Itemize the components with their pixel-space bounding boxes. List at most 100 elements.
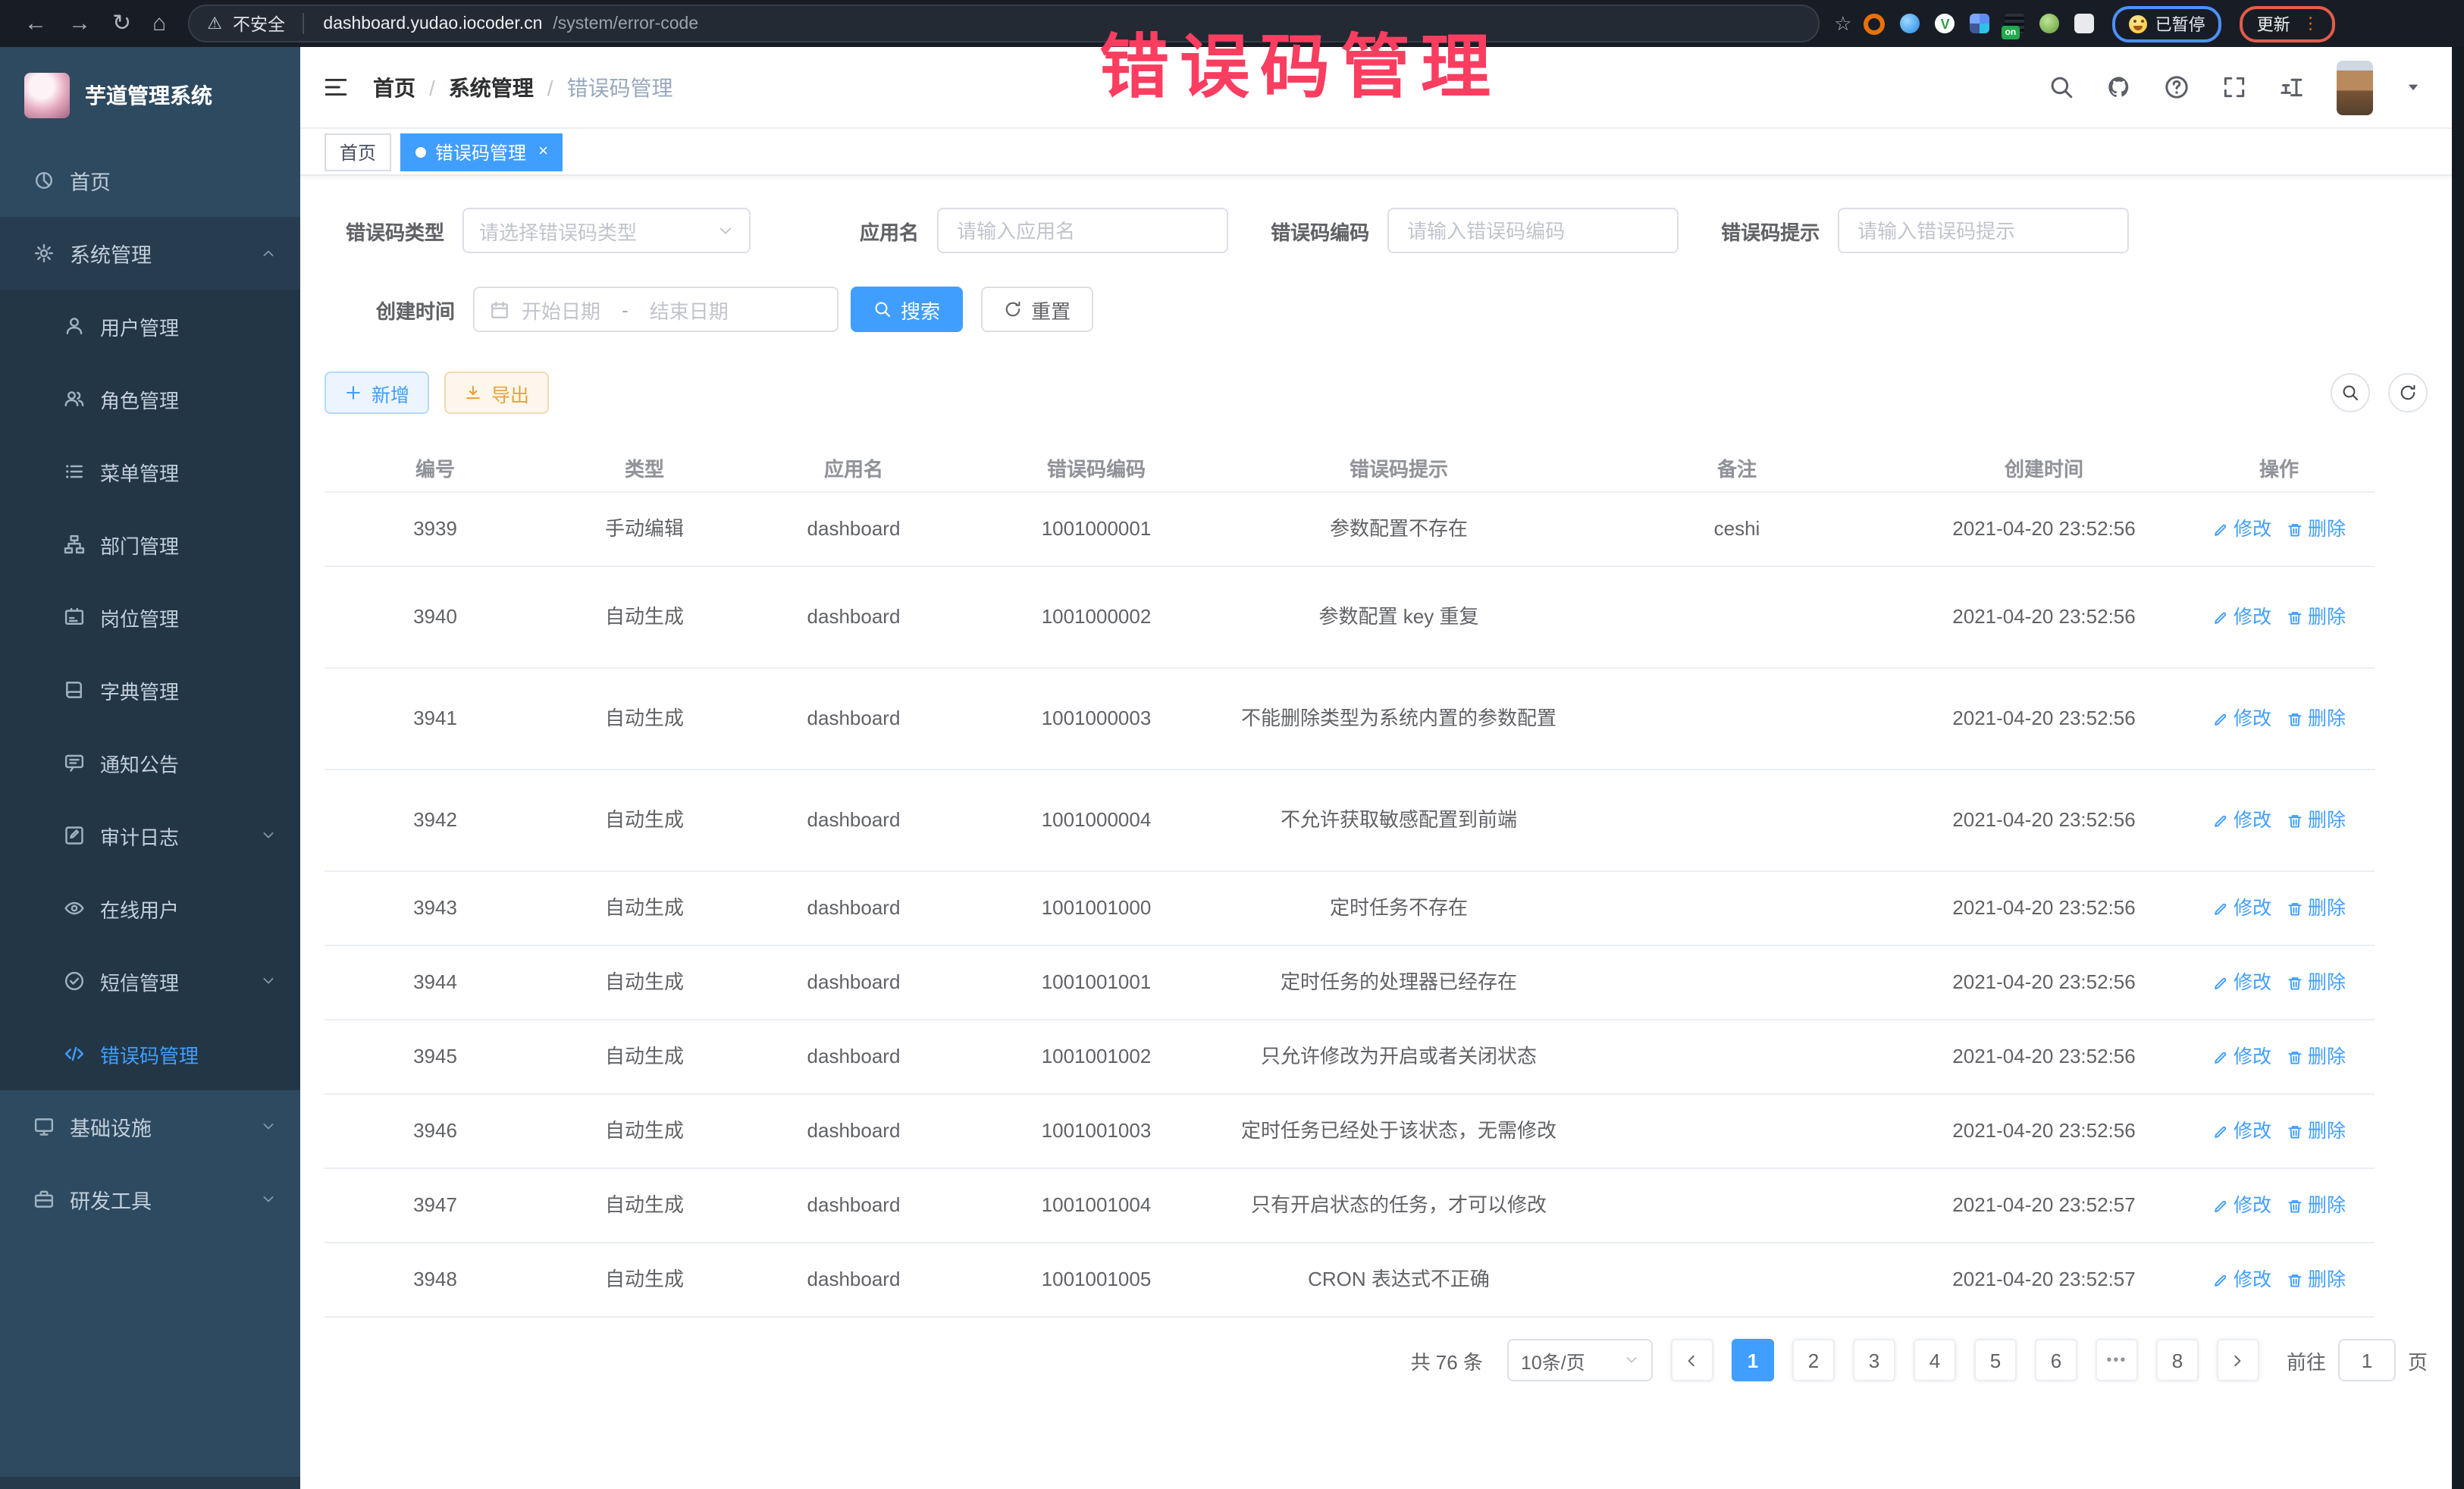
more-pages-button[interactable]: •••: [2096, 1339, 2138, 1381]
cell-actions: 修改删除: [2183, 894, 2375, 923]
cell-type: 自动生成: [546, 704, 743, 734]
delete-button[interactable]: 删除: [2287, 894, 2346, 923]
sidebar-item-role-mgmt[interactable]: 角色管理: [0, 362, 300, 435]
sidebar-item-home[interactable]: 首页: [0, 144, 300, 217]
paused-label: 已暂停: [2155, 11, 2205, 36]
page-button-1[interactable]: 1: [1732, 1339, 1774, 1381]
delete-button[interactable]: 删除: [2287, 968, 2346, 997]
extension-paused-pill[interactable]: 已暂停: [2113, 5, 2222, 42]
page-button-3[interactable]: 3: [1853, 1339, 1895, 1381]
date-range-picker[interactable]: 开始日期 - 结束日期: [473, 287, 839, 332]
app-logo-row[interactable]: 芋道管理系统: [0, 47, 300, 144]
edit-button[interactable]: 修改: [2212, 968, 2271, 997]
edit-button[interactable]: 修改: [2212, 515, 2271, 544]
sidebar-item-user-mgmt[interactable]: 用户管理: [0, 290, 300, 362]
chevron-down-icon: [261, 1192, 276, 1207]
ext-list-on-icon[interactable]: on: [2005, 14, 2025, 33]
caret-down-icon[interactable]: [2405, 79, 2422, 96]
breadcrumb-item[interactable]: 首页: [373, 72, 415, 102]
bookmark-star-icon[interactable]: ☆: [1834, 11, 1851, 36]
add-button[interactable]: 新增: [324, 371, 429, 414]
back-icon[interactable]: ←: [24, 12, 47, 35]
home-icon[interactable]: ⌂: [152, 12, 166, 35]
sidebar-item-system[interactable]: 系统管理: [0, 217, 300, 290]
page-button-2[interactable]: 2: [1792, 1339, 1835, 1381]
edit-button[interactable]: 修改: [2212, 1191, 2271, 1220]
delete-button[interactable]: 删除: [2287, 806, 2346, 835]
fontsize-icon[interactable]: [2279, 74, 2305, 100]
error-code-input[interactable]: [1387, 208, 1679, 253]
tag-label: 错误码管理: [435, 139, 526, 165]
sidebar-item-sms-mgmt[interactable]: 短信管理: [0, 945, 300, 1017]
ext-key-icon[interactable]: [2040, 14, 2060, 33]
tag-close-icon[interactable]: ×: [538, 143, 548, 161]
error-hint-input[interactable]: [1838, 208, 2129, 253]
reload-icon[interactable]: ↻: [112, 12, 131, 35]
prev-page-button[interactable]: [1671, 1339, 1713, 1381]
sidebar-item-audit-log[interactable]: 审计日志: [0, 799, 300, 872]
sidebar-item-infra[interactable]: 基础设施: [0, 1090, 300, 1163]
ext-gem-icon[interactable]: [1901, 14, 1920, 33]
page-button-4[interactable]: 4: [1914, 1339, 1956, 1381]
delete-button[interactable]: 删除: [2287, 1191, 2346, 1220]
ext-puzzle-icon[interactable]: [2075, 14, 2095, 33]
error-code-type-select[interactable]: 请选择错误码类型: [462, 208, 751, 253]
forward-icon[interactable]: →: [68, 12, 91, 35]
sidebar-item-menu-mgmt[interactable]: 菜单管理: [0, 435, 300, 508]
sidebar-item-dev-tools[interactable]: 研发工具: [0, 1163, 300, 1236]
edit-button[interactable]: 修改: [2212, 603, 2271, 632]
edit-button[interactable]: 修改: [2212, 704, 2271, 733]
edit-button[interactable]: 修改: [2212, 1265, 2271, 1294]
app-name-input[interactable]: [937, 208, 1228, 253]
navbar-actions: [2049, 60, 2422, 114]
sidebar-item-post-mgmt[interactable]: 岗位管理: [0, 581, 300, 654]
ext-grid-icon[interactable]: [1970, 14, 1990, 33]
search-icon[interactable]: [2049, 74, 2074, 100]
sidebar-item-notice[interactable]: 通知公告: [0, 726, 300, 799]
github-icon[interactable]: [2106, 74, 2132, 100]
cell-actions: 修改删除: [2183, 1191, 2375, 1220]
ext-target-icon[interactable]: [1864, 13, 1886, 34]
search-button[interactable]: 搜索: [851, 287, 963, 332]
edit-button[interactable]: 修改: [2212, 1117, 2271, 1146]
edit-button[interactable]: 修改: [2212, 894, 2271, 923]
next-page-button[interactable]: [2217, 1339, 2259, 1381]
breadcrumb-item[interactable]: 系统管理: [449, 72, 534, 102]
reset-button[interactable]: 重置: [981, 287, 1093, 332]
cell-message: 不能删除类型为系统内置的参数配置: [1228, 704, 1569, 734]
toggle-search-button[interactable]: [2331, 373, 2370, 412]
page-size-select[interactable]: 10条/页: [1507, 1339, 1653, 1381]
goto-page-input[interactable]: [2338, 1339, 2396, 1381]
user-avatar[interactable]: [2337, 60, 2373, 114]
delete-button[interactable]: 删除: [2287, 603, 2346, 632]
fullscreen-icon[interactable]: [2221, 74, 2247, 100]
cell-actions: 修改删除: [2183, 1265, 2375, 1294]
export-button[interactable]: 导出: [444, 371, 549, 414]
browser-menu-dots-icon[interactable]: ⋮: [2303, 14, 2319, 33]
main-area: 首页/系统管理/错误码管理 首页错误码管理× 错误码类型请选择错误码类型应用名错…: [300, 47, 2452, 1489]
page-button-6[interactable]: 6: [2035, 1339, 2077, 1381]
browser-update-button[interactable]: 更新 ⋮: [2240, 5, 2336, 42]
page-button-8[interactable]: 8: [2156, 1339, 2199, 1381]
tag-active[interactable]: 错误码管理 ×: [400, 133, 563, 171]
address-bar[interactable]: ⚠ 不安全 │ dashboard.yudao.iocoder.cn/syste…: [187, 5, 1819, 42]
tag-item[interactable]: 首页: [324, 133, 391, 171]
refresh-table-button[interactable]: [2388, 373, 2428, 412]
question-icon[interactable]: [2164, 74, 2190, 100]
sidebar-item-error-code-mgmt[interactable]: 错误码管理: [0, 1017, 300, 1090]
sidebar-item-label: 在线用户: [100, 894, 179, 923]
goto-page: 前往页: [2287, 1339, 2428, 1381]
sidebar-item-dept-mgmt[interactable]: 部门管理: [0, 508, 300, 581]
sidebar-item-dict-mgmt[interactable]: 字典管理: [0, 654, 300, 726]
edit-button[interactable]: 修改: [2212, 1042, 2271, 1071]
edit-button[interactable]: 修改: [2212, 806, 2271, 835]
delete-button[interactable]: 删除: [2287, 704, 2346, 733]
delete-button[interactable]: 删除: [2287, 1265, 2346, 1294]
delete-button[interactable]: 删除: [2287, 1042, 2346, 1071]
sidebar-item-online-users[interactable]: 在线用户: [0, 872, 300, 945]
delete-button[interactable]: 删除: [2287, 1117, 2346, 1146]
page-button-5[interactable]: 5: [1974, 1339, 2017, 1381]
ext-shield-v-icon[interactable]: V: [1936, 14, 1955, 33]
hamburger-icon[interactable]: [323, 74, 349, 100]
delete-button[interactable]: 删除: [2287, 515, 2346, 544]
